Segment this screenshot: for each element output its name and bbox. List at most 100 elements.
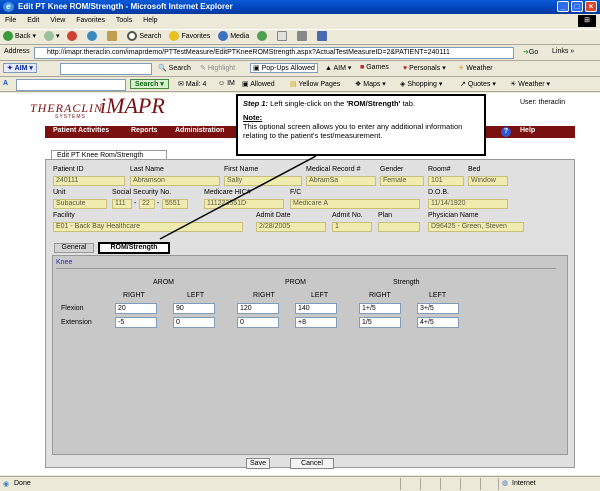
go-button[interactable]: ➜Go	[523, 48, 538, 56]
flexion-strength-left-input[interactable]: 3+/5	[417, 303, 459, 314]
callout-step-text: Left single-click on the	[268, 99, 347, 108]
search-toolbar: A Search ▾ ✉ Mail: 4 ☺ IM ▣ Allowed ▤ Ye…	[0, 78, 600, 92]
save-button[interactable]: Save	[246, 458, 270, 469]
flexion-arom-left-input[interactable]: 90	[173, 303, 215, 314]
toolbar-search-button[interactable]: Search ▾	[130, 79, 169, 89]
stop-button[interactable]	[67, 30, 79, 44]
weather-button[interactable]: ☀ Weather	[458, 64, 493, 72]
media-button[interactable]: Media	[218, 30, 249, 44]
refresh-button[interactable]	[87, 30, 99, 44]
extension-strength-left-input[interactable]: 4+/5	[417, 317, 459, 328]
forward-arrow-icon	[43, 31, 54, 42]
medical-record-label: Medical Record #	[306, 166, 361, 173]
history-button[interactable]	[257, 30, 269, 44]
menu-tools[interactable]: Tools	[116, 17, 132, 24]
extension-arom-right-input[interactable]: -5	[115, 317, 157, 328]
flexion-prom-right-input[interactable]: 120	[237, 303, 279, 314]
windows-logo-icon: ⊞	[578, 15, 596, 27]
im-link[interactable]: ☺ IM	[218, 80, 235, 87]
physician-field: D96425 - Green, Steven	[428, 222, 524, 232]
medicare-label: Medicare HIC#	[204, 189, 251, 196]
aim-logo-button[interactable]: ✦ AIM ▾	[3, 63, 37, 73]
tab-rom-strength[interactable]: ROM/Strength	[98, 242, 170, 254]
mail-button[interactable]	[277, 30, 289, 44]
close-icon[interactable]: ×	[585, 1, 597, 12]
address-bar: Address http://imapr.theraclin.com/imapr…	[0, 46, 600, 61]
flexion-strength-right-input[interactable]: 1+/5	[359, 303, 401, 314]
forward-button[interactable]: ▾	[43, 30, 60, 44]
strength-left-header: LEFT	[429, 292, 447, 299]
nav-help[interactable]: Help	[520, 127, 535, 134]
home-button[interactable]	[107, 30, 119, 44]
favorites-button[interactable]: Favorites	[169, 30, 210, 44]
nav-administration[interactable]: Administration	[175, 127, 224, 134]
search-icon	[127, 31, 138, 42]
prom-left-header: LEFT	[311, 292, 329, 299]
toolbar-search-input[interactable]	[16, 79, 126, 91]
patient-id-field: 240111	[53, 176, 125, 186]
menu-view[interactable]: View	[50, 17, 65, 24]
aim-search-input[interactable]	[60, 63, 152, 75]
flexion-prom-left-input[interactable]: 140	[295, 303, 337, 314]
flexion-arom-right-input[interactable]: 20	[115, 303, 157, 314]
edit-button[interactable]	[317, 30, 329, 44]
nav-reports[interactable]: Reports	[131, 127, 157, 134]
shopping-link[interactable]: ◈ Shopping ▾	[400, 80, 442, 88]
mail-link[interactable]: ✉ Mail: 4	[178, 80, 206, 88]
history-icon	[257, 31, 268, 42]
yellow-pages-icon: ▤	[290, 81, 297, 88]
unit-field: Subacute	[53, 199, 107, 209]
maximize-icon[interactable]: □	[571, 1, 583, 12]
print-button[interactable]	[297, 30, 309, 44]
quotes-link[interactable]: ↗ Quotes ▾	[460, 80, 496, 88]
menu-edit[interactable]: Edit	[27, 17, 39, 24]
weather-link[interactable]: ☀ Weather ▾	[510, 80, 550, 88]
nav-patient-activities[interactable]: Patient Activities	[53, 127, 109, 134]
ssn-part2-field: 22	[139, 199, 155, 209]
admit-no-field: 1	[332, 222, 372, 232]
personals-button[interactable]: ♥ Personals ▾	[403, 64, 446, 72]
menu-favorites[interactable]: Favorites	[76, 17, 105, 24]
popups-button[interactable]: ▣ Pop-Ups Allowed	[250, 63, 318, 73]
ssn-part1-field: 111	[112, 199, 132, 209]
tab-general[interactable]: General	[54, 243, 94, 253]
arom-header: AROM	[153, 279, 174, 286]
aim-button[interactable]: ▲ AIM ▾	[325, 64, 351, 72]
form-area: Patient ID Last Name First Name Medical …	[45, 159, 575, 469]
highlight-button[interactable]: ✎ Highlight	[200, 64, 235, 72]
menu-file[interactable]: File	[5, 17, 16, 24]
callout-step-suffix: tab.	[400, 99, 415, 108]
search-button[interactable]: Search	[127, 30, 162, 44]
extension-prom-left-input[interactable]: +8	[295, 317, 337, 328]
address-input[interactable]: http://imapr.theraclin.com/imaprdemo/PTT…	[34, 47, 514, 59]
facility-label: Facility	[53, 212, 75, 219]
extension-strength-right-input[interactable]: 1/5	[359, 317, 401, 328]
extension-arom-left-input[interactable]: 0	[173, 317, 215, 328]
menu-help[interactable]: Help	[143, 17, 157, 24]
gender-field: Female	[380, 176, 424, 186]
patient-id-label: Patient ID	[53, 166, 84, 173]
first-name-field: Sally	[224, 176, 302, 186]
section-divider	[56, 268, 556, 269]
admit-date-field: 2/28/2005	[256, 222, 326, 232]
allowed-link[interactable]: ▣ Allowed	[242, 80, 275, 88]
minimize-icon[interactable]: _	[557, 1, 569, 12]
strength-right-header: RIGHT	[369, 292, 391, 299]
yellow-pages-link[interactable]: ▤ Yellow Pages	[290, 80, 340, 88]
toolbar-logo-icon: A	[3, 80, 9, 87]
help-icon[interactable]: ?	[501, 127, 511, 137]
extension-prom-right-input[interactable]: 0	[237, 317, 279, 328]
title-bar: e Edit PT Knee ROM/Strength - Microsoft …	[0, 0, 600, 14]
home-icon	[107, 31, 118, 42]
maps-link[interactable]: ❖ Maps ▾	[355, 80, 386, 88]
links-button[interactable]: Links »	[552, 48, 574, 55]
back-button[interactable]: Back ▾	[3, 30, 36, 44]
games-button[interactable]: ■ Games	[360, 64, 389, 71]
cancel-button[interactable]: Cancel	[290, 458, 334, 469]
unit-label: Unit	[53, 189, 66, 196]
page-icon: ◉	[3, 481, 10, 488]
star-icon	[169, 31, 180, 42]
aim-search-button[interactable]: 🔍 Search	[158, 64, 191, 72]
status-bar: ◉ Done ◍ Internet	[0, 476, 600, 491]
rom-strength-panel: Knee AROM PROM Strength RIGHT LEFT RIGHT…	[52, 255, 568, 455]
